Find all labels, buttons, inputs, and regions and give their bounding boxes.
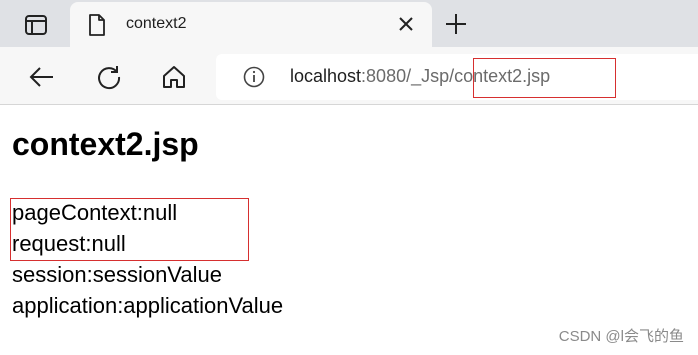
url-highlight-box <box>473 58 616 98</box>
content-highlight-box <box>10 198 249 261</box>
tab-title: context2 <box>126 15 187 32</box>
tab-actions-button[interactable] <box>20 12 52 38</box>
reload-button[interactable] <box>95 64 123 90</box>
info-icon[interactable] <box>243 66 265 88</box>
back-button[interactable] <box>28 64 56 90</box>
home-button[interactable] <box>160 64 188 90</box>
plus-icon[interactable] <box>444 12 468 36</box>
watermark: CSDN @l会飞的鱼 <box>558 328 684 345</box>
browser-tab[interactable]: context2 <box>70 2 432 47</box>
address-bar[interactable]: localhost:8080/_Jsp/context2.jsp <box>216 54 698 100</box>
tab-actions-icon <box>25 15 47 35</box>
page-title: context2.jsp <box>12 126 199 162</box>
output-line-session: session:sessionValue <box>12 262 222 287</box>
page-content: context2.jsp pageContext:null request:nu… <box>0 106 698 355</box>
page-icon <box>89 14 105 36</box>
back-arrow-icon <box>29 67 53 87</box>
url-host: localhost <box>290 66 362 86</box>
close-icon[interactable] <box>397 15 415 33</box>
output-line-application: application:applicationValue <box>12 293 284 318</box>
browser-tab-strip: context2 <box>0 0 698 47</box>
home-icon <box>163 66 185 88</box>
reload-icon <box>98 66 121 90</box>
